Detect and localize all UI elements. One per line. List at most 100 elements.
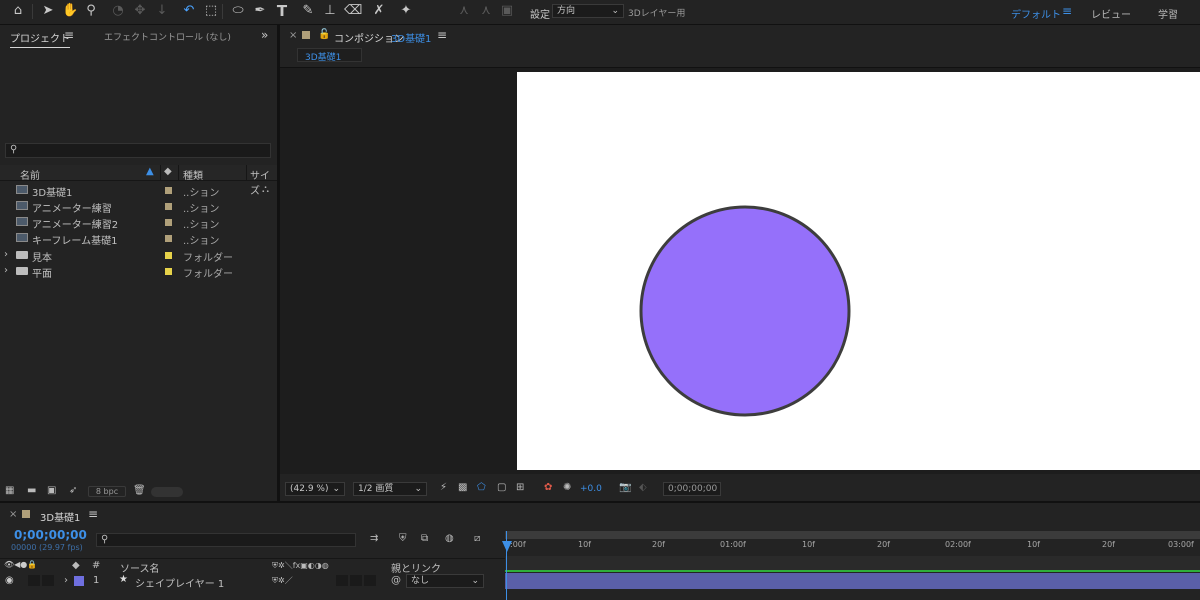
solo-toggle[interactable]	[42, 575, 54, 586]
list-item[interactable]: › 見本 フォルダー	[0, 247, 276, 264]
ellipse-tool-icon[interactable]: ⬭	[230, 3, 246, 19]
av-switches-icon[interactable]: 👁◀●🔒	[4, 560, 37, 569]
playhead-handle[interactable]	[502, 541, 512, 552]
label-swatch[interactable]	[165, 187, 172, 194]
transparency-grid-icon[interactable]: ▩	[458, 482, 467, 493]
layer-label-swatch[interactable]	[74, 576, 84, 586]
exposure-value[interactable]: +0.0	[580, 484, 602, 494]
label-swatch[interactable]	[165, 235, 172, 242]
roto-brush-icon[interactable]: ✗	[371, 3, 387, 19]
timeline-search-input[interactable]: ⚲	[96, 533, 356, 547]
chevron-right-icon[interactable]: ›	[64, 575, 68, 586]
axis-local-icon[interactable]: ⋏	[456, 3, 472, 19]
fast-previews-icon[interactable]: ⚡	[440, 482, 447, 493]
new-composition-icon[interactable]: ▣	[47, 485, 56, 496]
home-icon[interactable]: ⌂	[10, 3, 26, 19]
panel-menu-icon[interactable]: ≡	[64, 28, 74, 42]
expand-panels-icon[interactable]: »	[261, 28, 268, 42]
label-tag-icon[interactable]: ◆	[72, 560, 80, 571]
list-item[interactable]: アニメーター練習2 ..ション	[0, 214, 276, 231]
workspace-learn[interactable]: 学習	[1158, 6, 1178, 21]
pickwhip-icon[interactable]: @	[391, 575, 401, 586]
zoom-tool-icon[interactable]: ⚲	[83, 3, 99, 19]
rocket-icon[interactable]: ➶	[69, 485, 77, 496]
axis-view-icon[interactable]: ▣	[499, 3, 515, 19]
tab-project[interactable]: プロジェクト	[10, 30, 70, 48]
layer-duration-bar[interactable]	[505, 573, 1200, 589]
clone-stamp-icon[interactable]: ⊥	[322, 3, 338, 19]
workspace-default[interactable]: デフォルト	[1011, 6, 1061, 21]
hand-tool-icon[interactable]: ✋	[62, 3, 78, 19]
list-item[interactable]: キーフレーム基礎1 ..ション	[0, 230, 276, 247]
axis-world-icon[interactable]: ⋏	[478, 3, 494, 19]
time-ruler[interactable]	[505, 539, 1200, 556]
tab-effect-controls[interactable]: エフェクトコントロール (なし)	[104, 30, 231, 43]
pan-camera-icon[interactable]: ✥	[132, 3, 148, 19]
switch-box[interactable]	[350, 575, 362, 586]
shape-layer-circle[interactable]	[639, 205, 851, 417]
lock-icon[interactable]: 🔓	[318, 29, 330, 40]
panel-menu-icon[interactable]: ≡	[88, 507, 98, 521]
label-swatch[interactable]	[165, 219, 172, 226]
timecode-field[interactable]: 0;00;00;00	[663, 482, 721, 496]
channel-rgb-icon[interactable]: ✿	[544, 482, 552, 493]
table-row[interactable]: ◉ › 1 ★ シェイプレイヤー 1 ⛨✲／ @ なし ⌄	[0, 573, 505, 590]
chevron-right-icon[interactable]: ›	[4, 249, 8, 260]
close-icon[interactable]: ×	[289, 30, 297, 41]
resolution-dropdown[interactable]: 1/2 画質 ⌄	[353, 482, 427, 496]
selection-tool-icon[interactable]: ➤	[40, 3, 56, 19]
mask-visibility-icon[interactable]: ⬠	[477, 482, 486, 493]
current-timecode[interactable]: 0;00;00;00	[14, 528, 87, 542]
close-icon[interactable]: ×	[9, 509, 17, 520]
panel-menu-icon[interactable]: ≡	[437, 28, 447, 42]
col-type[interactable]: 種類	[183, 167, 203, 182]
text-tool-icon[interactable]: T	[274, 3, 290, 19]
eye-icon[interactable]: ◉	[5, 575, 14, 586]
breadcrumb-item[interactable]: 3D基礎1	[305, 50, 341, 63]
bpc-button[interactable]: 8 bpc	[88, 486, 126, 497]
pen-tool-icon[interactable]: ✒	[252, 3, 268, 19]
orbit-camera-icon[interactable]: ◔	[110, 3, 126, 19]
chevron-right-icon[interactable]: ›	[4, 265, 8, 276]
list-item[interactable]: 3D基礎1 ..ション ⛬	[0, 182, 276, 199]
label-tag-icon[interactable]: ◆	[164, 166, 172, 177]
col-name[interactable]: 名前	[20, 167, 40, 182]
trash-icon[interactable]: 🗑	[133, 485, 146, 496]
layer-switches-icon[interactable]: ⛨✲＼fx▣◐◑◍	[272, 560, 329, 571]
grid-guides-icon[interactable]: ⊞	[516, 482, 524, 493]
direction-dropdown[interactable]: 方向 ⌄	[552, 4, 624, 18]
comp-mini-flowchart-icon[interactable]: ⇉	[370, 533, 378, 544]
thumbnail-slider[interactable]	[151, 487, 183, 497]
work-area-bar[interactable]	[505, 531, 1200, 539]
switch-box[interactable]	[336, 575, 348, 586]
parent-dropdown[interactable]: なし ⌄	[406, 574, 484, 588]
shy-layers-icon[interactable]: ⧉	[421, 533, 428, 544]
eraser-tool-icon[interactable]: ⌫	[344, 3, 362, 19]
zoom-dropdown[interactable]: (42.9 %) ⌄	[285, 482, 345, 496]
label-swatch[interactable]	[165, 268, 172, 275]
region-of-interest-icon[interactable]: ▢	[497, 482, 506, 493]
snapshot-icon[interactable]: 📷	[619, 482, 631, 493]
label-swatch[interactable]	[165, 203, 172, 210]
new-folder-icon[interactable]: ▬	[27, 485, 36, 496]
switch-box[interactable]	[364, 575, 376, 586]
graph-editor-icon[interactable]: ⧄	[474, 533, 480, 544]
list-item[interactable]: › 平面 フォルダー	[0, 263, 276, 280]
workspace-review[interactable]: レビュー	[1091, 6, 1131, 21]
workspace-menu-icon[interactable]: ≡	[1062, 4, 1072, 18]
brush-tool-icon[interactable]: ✎	[300, 3, 316, 19]
rotate-tool-icon[interactable]: ↶	[181, 3, 197, 19]
viewer-area[interactable]	[280, 68, 1200, 474]
show-snapshot-icon[interactable]: ⬖	[639, 482, 647, 493]
composition-canvas[interactable]	[517, 72, 1200, 470]
draft-3d-icon[interactable]: ⛨	[399, 533, 407, 544]
flowchart-icon[interactable]: ⛬	[262, 184, 269, 195]
comp-tab-name[interactable]: 3D基礎1	[391, 30, 431, 45]
list-item[interactable]: アニメーター練習 ..ション	[0, 198, 276, 215]
interpret-footage-icon[interactable]: ▦	[5, 485, 14, 496]
project-search-input[interactable]: ⚲	[5, 143, 271, 158]
frame-blending-icon[interactable]: ◍	[445, 533, 454, 544]
dolly-camera-icon[interactable]: ↓	[154, 3, 170, 19]
sort-ascending-icon[interactable]: ▲	[146, 166, 154, 177]
label-swatch[interactable]	[165, 252, 172, 259]
